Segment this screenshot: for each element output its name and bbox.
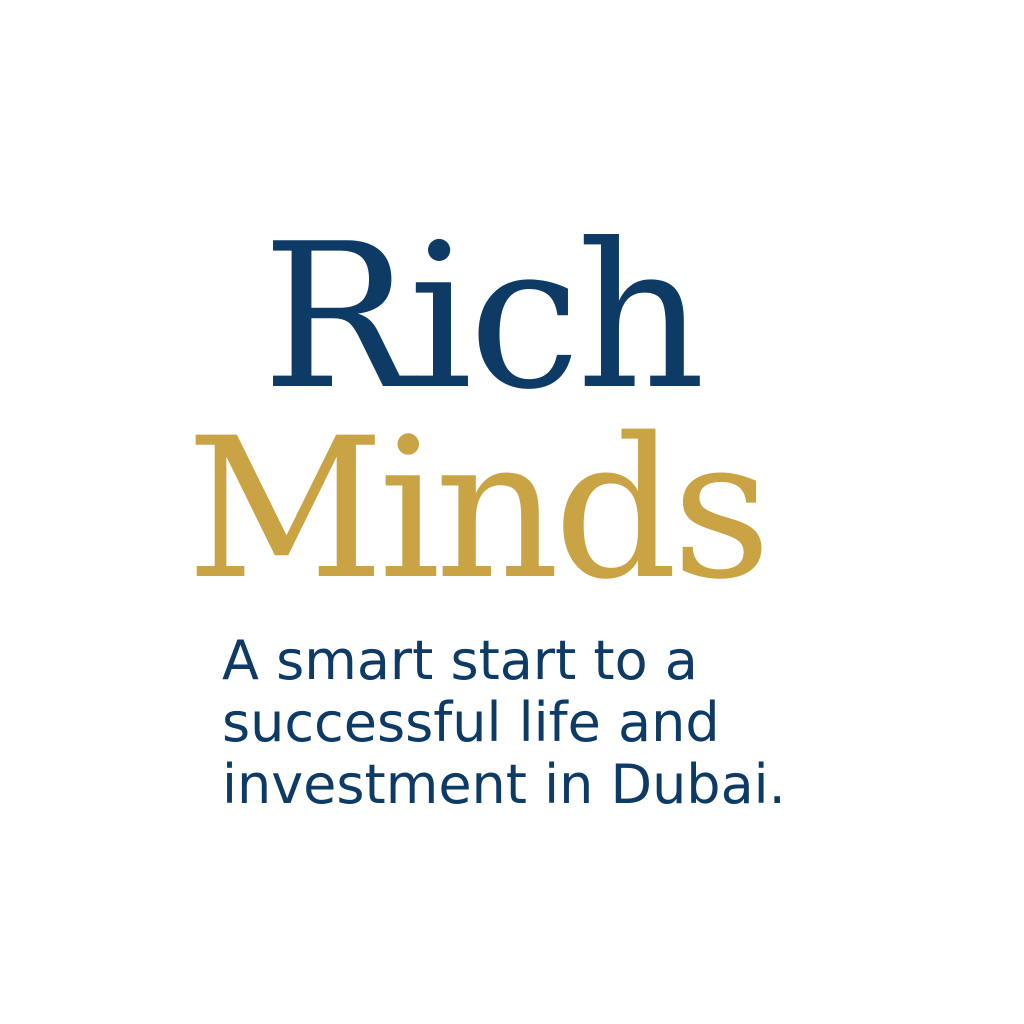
logo-canvas: Rich Minds A smart start to a successful… [0,0,1024,1024]
tagline: A smart start to a successful life and i… [222,630,786,816]
tagline-line-3: investment in Dubai. [222,753,786,816]
tagline-line-2: successful life and [222,691,720,754]
tagline-line-1: A smart start to a [222,629,698,692]
brand-word-minds: Minds [186,396,771,622]
brand-word-rich: Rich [262,201,705,434]
